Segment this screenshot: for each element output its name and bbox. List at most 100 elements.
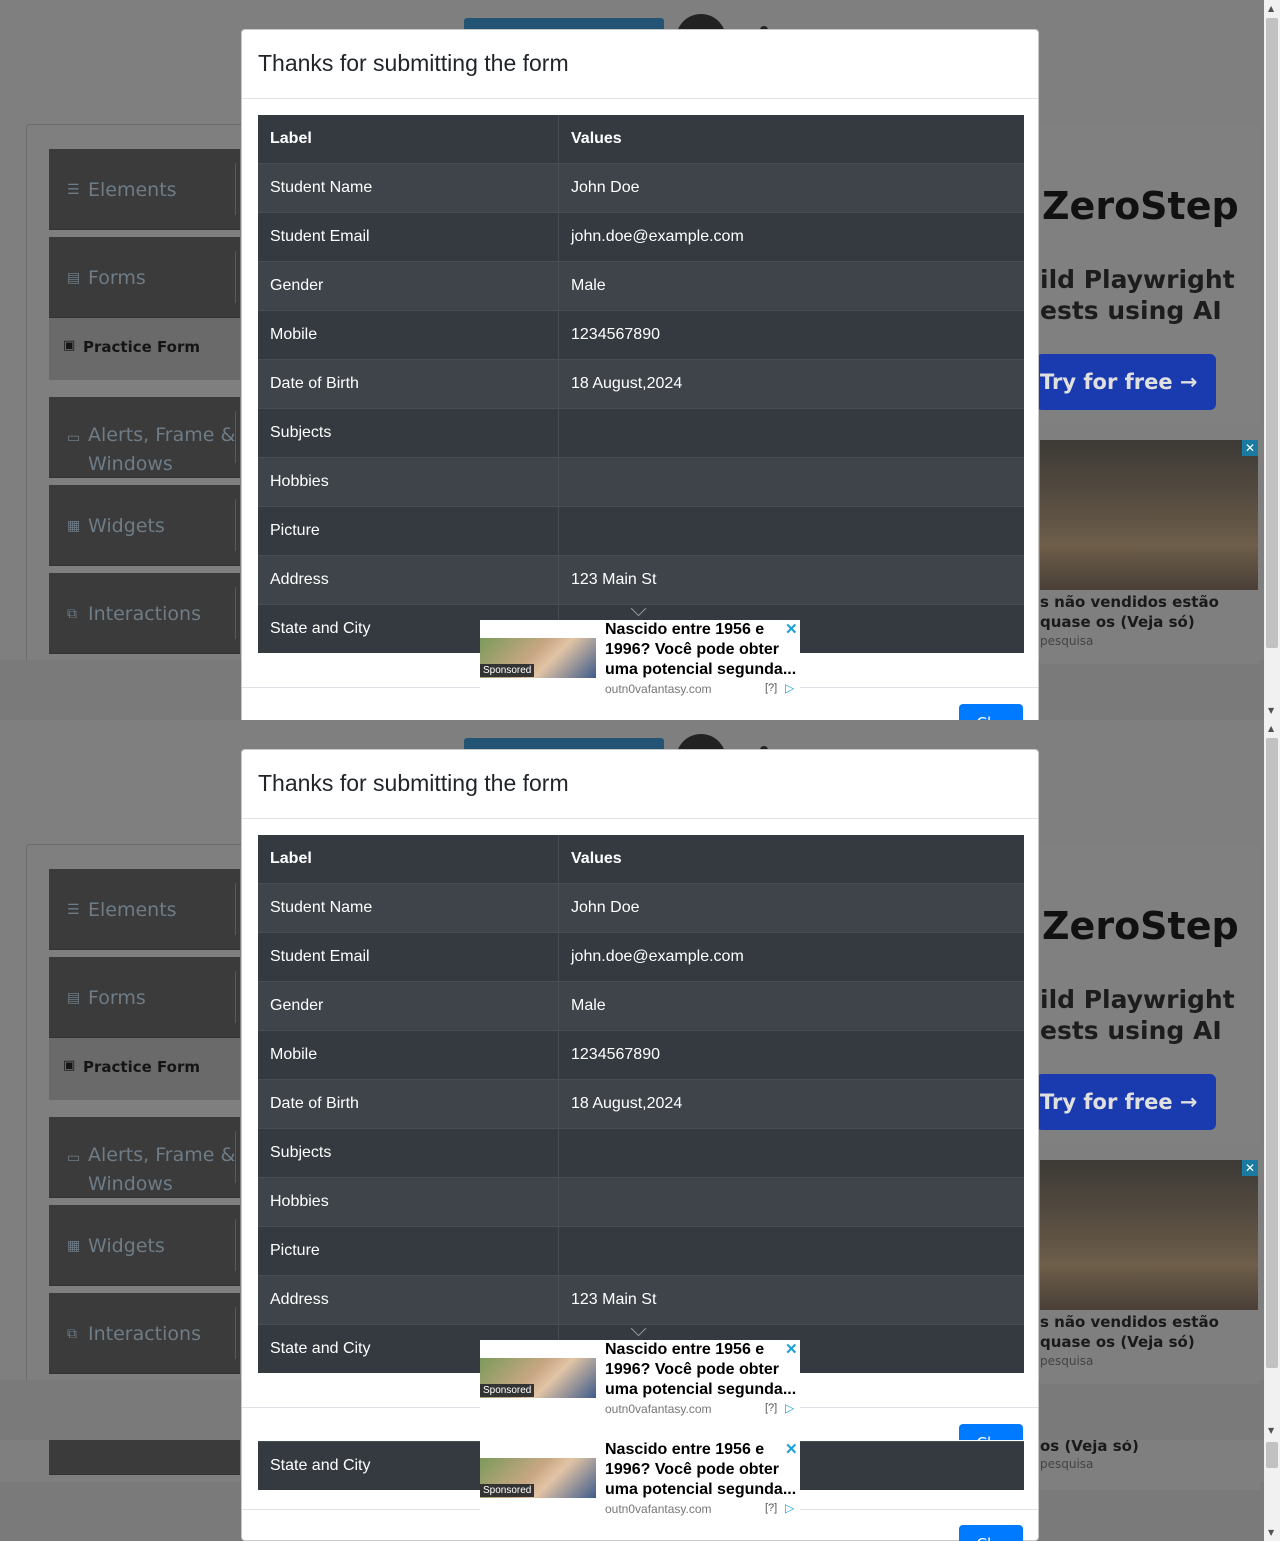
sidebar-item-elements[interactable]: ☰ Elements [49, 149, 240, 230]
table-row: Hobbies [258, 1177, 1024, 1227]
row-value [558, 1128, 1024, 1178]
scrollbar[interactable]: ▼ [1264, 1440, 1280, 1541]
help-link[interactable]: [?] [765, 1502, 777, 1514]
hamburger-icon: ☰ [67, 902, 80, 918]
close-button[interactable]: Cl... [959, 704, 1023, 720]
table-row: Date of Birth 18 August,2024 [258, 1079, 1024, 1129]
row-value [558, 1177, 1024, 1227]
scroll-down-icon[interactable]: ▼ [1268, 1528, 1274, 1537]
close-icon[interactable]: ✕ [1242, 440, 1258, 456]
headline-line: 1996? Você pode obter [605, 1361, 779, 1378]
help-link[interactable]: [?] [765, 1402, 777, 1414]
sponsored-headline[interactable]: Nascido entre 1956 e 1996? Você pode obt… [605, 1340, 800, 1400]
row-value: john.doe@example.com [558, 932, 1024, 982]
sponsored-headline[interactable]: Nascido entre 1956 e 1996? Você pode obt… [605, 1440, 800, 1500]
sidebar-item-widgets[interactable]: ▦ Widgets [49, 485, 240, 566]
sponsored-url[interactable]: outn0vafantasy.com [605, 682, 712, 696]
scroll-thumb[interactable] [1266, 738, 1278, 1368]
scroll-up-icon[interactable]: ▲ [1268, 4, 1274, 13]
row-value [558, 506, 1024, 556]
table-header: Label Values [258, 115, 1024, 164]
divider [242, 98, 1038, 99]
right-ad-panel[interactable]: ZeroStep ild Playwright ests using AI Tr… [1036, 124, 1260, 664]
sidebar-item-alerts[interactable]: ▭ Alerts, Frame & Windows [49, 1117, 240, 1198]
sponsored-url[interactable]: outn0vafantasy.com [605, 1402, 712, 1416]
close-icon[interactable]: ✕ [785, 1340, 798, 1358]
row-label: Student Email [258, 212, 559, 262]
table-row: Student Email john.doe@example.com [258, 212, 1024, 262]
right-ad-panel[interactable]: ZeroStep ild Playwright ests using AI Tr… [1036, 844, 1260, 1384]
sidebar-item-partial[interactable] [49, 1440, 240, 1475]
ad-image[interactable] [1040, 1160, 1258, 1310]
row-label: Subjects [258, 1128, 559, 1178]
table-header: Label Values [258, 835, 1024, 884]
divider [235, 163, 236, 215]
sidebar-item-label: Interactions [88, 1323, 201, 1345]
sidebar-item-practice-form[interactable]: ▣ Practice Form [49, 318, 240, 380]
sidebar-item-alerts[interactable]: ▭ Alerts, Frame & Windows [49, 397, 240, 478]
sponsored-ad[interactable]: Sponsored Nascido entre 1956 e 1996? Voc… [480, 1440, 800, 1520]
form-icon: ▣ [63, 1058, 76, 1073]
close-button[interactable]: Cl... [959, 1525, 1023, 1541]
row-value: 123 Main St [558, 1275, 1024, 1325]
sidebar-item-label: Forms [88, 987, 146, 1009]
close-button[interactable]: Cl... [959, 1424, 1023, 1440]
table-row: Student Email john.doe@example.com [258, 932, 1024, 982]
sponsored-url[interactable]: outn0vafantasy.com [605, 1502, 712, 1516]
widgets-icon: ▦ [67, 518, 81, 534]
close-icon[interactable]: ✕ [1242, 1160, 1258, 1176]
scrollbar[interactable]: ▲ ▼ [1264, 720, 1280, 1440]
adchoices-icon[interactable]: ▷ [785, 1501, 794, 1515]
row-label: Hobbies [258, 1177, 559, 1227]
sponsored-headline[interactable]: Nascido entre 1956 e 1996? Você pode obt… [605, 620, 800, 680]
ad-caption[interactable]: s não vendidos estão quase os (Veja só) [1040, 1312, 1260, 1352]
column-header: Label [258, 115, 559, 164]
divider [235, 411, 236, 463]
close-icon[interactable]: ✕ [785, 1440, 798, 1458]
sidebar-item-forms[interactable]: ▤ Forms [49, 237, 240, 318]
column-header: Values [558, 835, 1024, 884]
divider [235, 499, 236, 551]
sidebar-item-forms[interactable]: ▤ Forms [49, 957, 240, 1038]
table-row: Picture [258, 1226, 1024, 1276]
scroll-up-icon[interactable]: ▲ [1268, 724, 1274, 733]
ad-cta-button[interactable]: Try for free → [1036, 1074, 1216, 1130]
ad-source: pesquisa [1040, 634, 1094, 648]
ad-caption[interactable]: s não vendidos estão quase os (Veja só) [1040, 592, 1260, 632]
close-icon[interactable]: ✕ [785, 620, 798, 638]
table-row: Mobile 1234567890 [258, 310, 1024, 360]
scroll-thumb[interactable] [1266, 18, 1278, 648]
scroll-thumb[interactable] [1266, 1442, 1278, 1468]
widgets-icon: ▦ [67, 1238, 81, 1254]
table-row: Gender Male [258, 261, 1024, 311]
row-value: 1234567890 [558, 1030, 1024, 1080]
adchoices-icon[interactable]: ▷ [785, 1401, 794, 1415]
headline-line: uma potencial segunda... [605, 661, 797, 678]
help-link[interactable]: [?] [765, 682, 777, 694]
sidebar-item-label: Widgets [88, 1235, 165, 1257]
divider [235, 1131, 236, 1183]
ad-image[interactable] [1040, 440, 1258, 590]
scrollbar[interactable]: ▲ ▼ [1264, 0, 1280, 720]
sidebar-item-interactions[interactable]: ⧉ Interactions [49, 573, 240, 654]
row-value: john.doe@example.com [558, 212, 1024, 262]
ad-brand: ZeroStep [1042, 184, 1239, 228]
row-label: Picture [258, 506, 559, 556]
table-row: Picture [258, 506, 1024, 556]
screen-frame-3: os (Veja só) pesquisa ▼ State and City C… [0, 1440, 1280, 1541]
sidebar-item-elements[interactable]: ☰ Elements [49, 869, 240, 950]
row-value: John Doe [558, 163, 1024, 213]
scroll-down-icon[interactable]: ▼ [1268, 706, 1274, 715]
sponsored-ad[interactable]: Sponsored Nascido entre 1956 e 1996? Voc… [480, 620, 800, 700]
sponsored-ad[interactable]: Sponsored Nascido entre 1956 e 1996? Voc… [480, 1340, 800, 1420]
adchoices-icon[interactable]: ▷ [785, 681, 794, 695]
sidebar-item-practice-form[interactable]: ▣ Practice Form [49, 1038, 240, 1100]
right-ad-panel[interactable]: os (Veja só) pesquisa [1040, 1440, 1260, 1490]
ad-subtitle: ild Playwright ests using AI [1040, 985, 1235, 1045]
ad-caption[interactable]: os (Veja só) [1040, 1440, 1260, 1456]
scroll-down-icon[interactable]: ▼ [1268, 1426, 1274, 1435]
submission-modal: Thanks for submitting the form Label Val… [241, 749, 1039, 1440]
ad-cta-button[interactable]: Try for free → [1036, 354, 1216, 410]
sidebar-item-widgets[interactable]: ▦ Widgets [49, 1205, 240, 1286]
sidebar-item-interactions[interactable]: ⧉ Interactions [49, 1293, 240, 1374]
